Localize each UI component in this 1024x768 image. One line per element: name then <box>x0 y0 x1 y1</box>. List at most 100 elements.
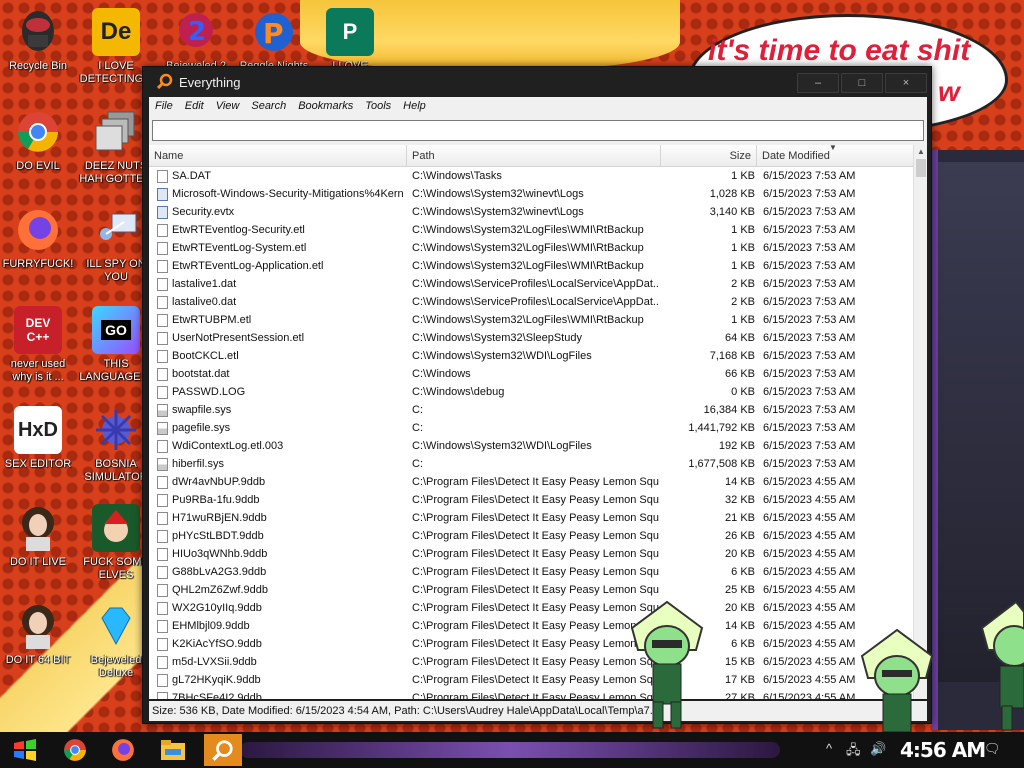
cell-name: HIUo3qWNhb.9ddb <box>172 548 268 560</box>
results-list: Name Path Size Date Modified ▼ SA.DAT C:\… <box>149 145 927 699</box>
desktop-icon-devcpp[interactable]: DEV C++ never used why is it ... <box>0 306 76 384</box>
desktop-icon-recycle-bin[interactable]: Recycle Bin <box>0 8 76 73</box>
desktop-icon-firefox[interactable]: FURRYFUCK! <box>0 206 76 271</box>
desktop-icon-label: DO EVIL <box>16 160 60 172</box>
menu-view[interactable]: View <box>210 97 246 112</box>
bejeweled-2-icon: 2 <box>172 8 220 56</box>
table-row[interactable]: swapfile.sys C: 16,384 KB 6/15/2023 7:53 AM <box>149 401 913 419</box>
table-row[interactable]: EtwRTEventLog-System.etl C:\Windows\Syste… <box>149 239 913 257</box>
table-row[interactable]: G88bLvA2G3.9ddb C:\Program Files\Detect I… <box>149 563 913 581</box>
table-row[interactable]: gL72HKyqiK.9ddb C:\Program Files\Detect I… <box>149 671 913 689</box>
table-row[interactable]: pHYcStLBDT.9ddb C:\Program Files\Detect I… <box>149 527 913 545</box>
table-row[interactable]: pagefile.sys C: 1,441,792 KB 6/15/2023 7:53… <box>149 419 913 437</box>
table-row[interactable]: Pu9RBa-1fu.9ddb C:\Program Files\Detect I… <box>149 491 913 509</box>
scroll-up-icon[interactable]: ▲ <box>914 145 927 159</box>
table-row[interactable]: SA.DAT C:\Windows\Tasks 1 KB 6/15/2023 7:53… <box>149 167 913 185</box>
scrollbar-thumb[interactable] <box>916 159 926 177</box>
cell-date: 6/15/2023 7:53 AM <box>763 368 856 380</box>
cell-name: EtwRTEventlog-Security.etl <box>172 224 305 236</box>
title-bar[interactable]: Everything – □ × <box>143 67 931 97</box>
desktop-icon-peggle-nights[interactable]: P Peggle Nights <box>236 8 312 73</box>
desktop-icon-label: FURRYFUCK! <box>2 258 74 270</box>
column-header: Name Path Size Date Modified ▼ <box>149 145 913 167</box>
desktop-icon-publisher[interactable]: P I LOVE <box>312 8 388 73</box>
desktop-icon-label: SEX EDITOR <box>4 458 72 470</box>
menu-edit[interactable]: Edit <box>179 97 210 112</box>
menu-help[interactable]: Help <box>397 97 432 112</box>
desktop-icon-hxd[interactable]: HxD SEX EDITOR <box>0 406 76 471</box>
table-row[interactable]: EtwRTEventlog-Security.etl C:\Windows\Sys… <box>149 221 913 239</box>
desktop-icon-bejeweled-2[interactable]: 2 Bejeweled 2 <box>158 8 234 73</box>
cell-path: C:\Windows\System32\winevt\Logs <box>412 188 584 200</box>
close-button[interactable]: × <box>885 73 927 93</box>
goland-icon-text: GO <box>101 320 131 340</box>
table-row[interactable]: WX2G10yIIq.9ddb C:\Program Files\Detect I… <box>149 599 913 617</box>
table-row[interactable]: Security.evtx C:\Windows\System32\winevt\… <box>149 203 913 221</box>
minimize-button[interactable]: – <box>797 73 839 93</box>
cell-path: C:\Windows\System32\LogFiles\WMI\RtBacku… <box>412 314 644 326</box>
file-icon <box>157 224 168 237</box>
table-row[interactable]: BootCKCL.etl C:\Windows\System32\WDI\LogF… <box>149 347 913 365</box>
cell-path: C:\Windows\System32\WDI\LogFiles <box>412 350 592 362</box>
table-row[interactable]: H71wuRBjEN.9ddb C:\Program Files\Detect I… <box>149 509 913 527</box>
taskbar-chrome[interactable] <box>56 734 94 766</box>
recycle-bin-icon <box>14 8 62 56</box>
network-icon[interactable]: 🖧 <box>846 741 861 763</box>
menu-tools[interactable]: Tools <box>359 97 397 112</box>
table-row[interactable]: QHL2mZ6Zwf.9ddb C:\Program Files\Detect I… <box>149 581 913 599</box>
table-row[interactable]: lastalive0.dat C:\Windows\ServiceProfiles… <box>149 293 913 311</box>
table-row[interactable]: PASSWD.LOG C:\Windows\debug 0 KB 6/15/2023 … <box>149 383 913 401</box>
taskbar-clock[interactable]: 4:56 AM <box>900 738 986 762</box>
taskbar-everything[interactable] <box>204 734 242 766</box>
cell-path: C:\Program Files\Detect It Easy Peasy Le… <box>412 692 660 699</box>
table-row[interactable]: K2KiAcYfSO.9ddb C:\Program Files\Detect I… <box>149 635 913 653</box>
notifications-icon[interactable]: 🗨 <box>984 741 1001 757</box>
sort-descending-icon: ▼ <box>829 145 837 152</box>
volume-icon[interactable]: 🔊 <box>870 741 886 757</box>
table-row[interactable]: Microsoft-Windows-Security-Mitigations%4… <box>149 185 913 203</box>
cell-path: C:\Program Files\Detect It Easy Peasy Le… <box>412 476 660 488</box>
file-icon <box>157 548 168 561</box>
file-icon <box>157 260 168 273</box>
table-row[interactable]: bootstat.dat C:\Windows 66 KB 6/15/2023 7:5… <box>149 365 913 383</box>
table-row[interactable]: lastalive1.dat C:\Windows\ServiceProfiles… <box>149 275 913 293</box>
cell-date: 6/15/2023 4:55 AM <box>763 584 856 596</box>
table-row[interactable]: m5d-LVXSii.9ddb C:\Program Files\Detect I… <box>149 653 913 671</box>
menu-bookmarks[interactable]: Bookmarks <box>292 97 359 112</box>
column-size-header[interactable]: Size <box>661 145 757 167</box>
desktop-icon-chrome[interactable]: DO EVIL <box>0 108 76 173</box>
column-path-header[interactable]: Path <box>407 145 661 167</box>
taskbar-file-explorer[interactable] <box>154 734 192 766</box>
start-button[interactable] <box>6 734 44 766</box>
cell-name: UserNotPresentSession.etl <box>172 332 305 344</box>
menu-search[interactable]: Search <box>245 97 292 112</box>
cell-path: C:\Windows <box>412 368 471 380</box>
column-name-header[interactable]: Name <box>149 145 407 167</box>
search-bar <box>149 117 927 145</box>
table-row[interactable]: EtwRTUBPM.etl C:\Windows\System32\LogFile… <box>149 311 913 329</box>
file-icon <box>157 584 168 597</box>
table-row[interactable]: EtwRTEventLog-Application.etl C:\Windows\… <box>149 257 913 275</box>
menu-file[interactable]: File <box>149 97 179 112</box>
cell-date: 6/15/2023 4:55 AM <box>763 476 856 488</box>
table-row[interactable]: WdiContextLog.etl.003 C:\Windows\System32… <box>149 437 913 455</box>
search-input[interactable] <box>152 120 924 141</box>
table-row[interactable]: HIUo3qWNhb.9ddb C:\Program Files\Detect I… <box>149 545 913 563</box>
cell-date: 6/15/2023 7:53 AM <box>763 188 856 200</box>
table-row[interactable]: UserNotPresentSession.etl C:\Windows\Syst… <box>149 329 913 347</box>
desktop-icon-label: Recycle Bin <box>8 60 68 72</box>
desktop-icon-do-it-live[interactable]: DO IT LIVE <box>0 504 76 569</box>
vertical-scrollbar[interactable]: ▲ <box>913 145 927 699</box>
table-row[interactable]: 7BHcSFe4I2.9ddb C:\Program Files\Detect I… <box>149 689 913 699</box>
table-row[interactable]: dWr4avNbUP.9ddb C:\Program Files\Detect I… <box>149 473 913 491</box>
maximize-button[interactable]: □ <box>841 73 883 93</box>
cell-path: C:\Program Files\Detect It Easy Peasy Le… <box>412 566 660 578</box>
table-row[interactable]: EHMlbjl09.9ddb C:\Program Files\Detect It… <box>149 617 913 635</box>
show-hidden-icons-icon[interactable]: ^ <box>826 741 832 756</box>
everything-app-icon <box>156 73 173 90</box>
desktop-icon-do-it-64-bit[interactable]: DO IT 64 BIT <box>0 602 76 667</box>
cell-path: C:\Windows\System32\LogFiles\WMI\RtBacku… <box>412 260 644 272</box>
taskbar-firefox[interactable] <box>104 734 142 766</box>
cell-name: pHYcStLBDT.9ddb <box>172 530 264 542</box>
table-row[interactable]: hiberfil.sys C: 1,677,508 KB 6/15/2023 7:53… <box>149 455 913 473</box>
